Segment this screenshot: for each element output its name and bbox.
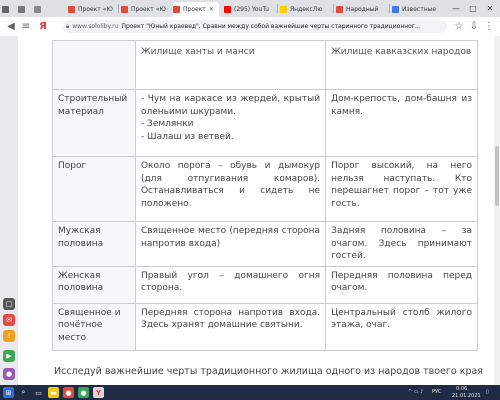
minimize-button[interactable]: — [448, 0, 464, 17]
table-cell: Правый угол – домашнего огня сторона. [134, 265, 327, 304]
downloads-icon[interactable]: ⇩ [467, 19, 481, 33]
browser-tab[interactable]: Проект «Ю [68, 2, 116, 17]
table-header-row: Жилище ханты и манси Жилище кавказских н… [52, 40, 478, 90]
table-cell: Центральный столб жилого этажа, очаг. [325, 302, 478, 351]
comparison-table: Жилище ханты и манси Жилище кавказских н… [52, 40, 478, 351]
start-icon[interactable]: ⊞ [3, 387, 14, 398]
table-row: Женская половина Правый угол – домашнего… [52, 265, 478, 304]
language-indicator[interactable]: РУС [432, 389, 442, 395]
table-cell: Священное место (передняя сторона напрот… [134, 221, 327, 267]
site-favicon-icon [68, 6, 75, 13]
app-icon[interactable]: ● [78, 387, 89, 398]
pinned-tab[interactable] [34, 2, 48, 17]
tray-icons[interactable]: ^ ▭ ♪ [408, 389, 423, 395]
yandex-browser-icon[interactable]: Y [93, 387, 104, 398]
sidebar-mail-icon[interactable]: ✉ [3, 314, 15, 326]
table-cell: Порог высокий, на него нельзя наступать.… [325, 156, 478, 222]
task-instruction-text: Исследуй важнейшие черты традиционного ж… [54, 366, 484, 377]
sidebar-alice-icon[interactable]: ● [3, 368, 15, 380]
vertical-scrollbar[interactable] [494, 36, 500, 385]
header-cell-empty [52, 40, 136, 90]
browser-tab[interactable]: Известные [392, 2, 440, 17]
browser-tab-active[interactable]: Проект ✕ [173, 2, 219, 17]
back-icon[interactable]: ◀ [4, 19, 18, 33]
row-label: Мужская половина [52, 221, 136, 267]
table-row: Порог Около порога – обувь и дымокур (дл… [52, 156, 478, 222]
lock-icon: 🔒︎ [66, 22, 70, 30]
table-row: Священное и почётное место Передняя стор… [52, 302, 478, 351]
site-favicon-icon [173, 6, 180, 13]
clock-time[interactable]: 0:06 [456, 386, 467, 392]
header-cell-caucasus: Жилище кавказских народов [325, 40, 478, 90]
header-cell-khanty: Жилище ханты и манси [134, 40, 327, 90]
search-icon[interactable]: ⌕ [18, 387, 29, 398]
os-taskbar: ⊞ ⌕ ▭ ▬ ● ● Y ^ ▭ ♪ РУС 0:06 21.01.2021 … [0, 385, 500, 400]
tab-list-icon[interactable] [2, 2, 16, 17]
sidebar-play-icon[interactable]: ▶ [3, 350, 15, 362]
site-favicon-icon [392, 6, 399, 13]
table-row: Мужская половина Священное место (передн… [52, 221, 478, 267]
notifications-icon[interactable]: ▯ [486, 389, 489, 395]
page-icon [18, 6, 25, 13]
page-icon [34, 6, 41, 13]
page-title: Проект "Юный краевед". Сравни между собо… [121, 23, 421, 30]
clock-date[interactable]: 21.01.2021 [452, 393, 481, 399]
row-label: Порог [52, 156, 136, 222]
pinned-tab[interactable] [18, 2, 32, 17]
file-explorer-icon[interactable]: ▬ [48, 387, 59, 398]
sidebar-alert-icon[interactable]: ! [3, 330, 15, 342]
close-window-button[interactable]: ✕ [482, 0, 498, 17]
site-favicon-icon [336, 6, 343, 13]
close-tab-icon[interactable]: ✕ [209, 6, 214, 13]
yandex-icon [280, 6, 287, 13]
browser-tab[interactable]: ЯндексЛю [280, 2, 330, 17]
scrollbar-thumb[interactable] [495, 146, 499, 206]
extensions-icon[interactable]: ⋮ [482, 19, 496, 33]
url-domain: www.sololiby.ru [72, 23, 119, 30]
table-cell: Задняя половина – за очагом. Здесь прини… [325, 221, 478, 267]
menu-icon[interactable]: ≡ [19, 19, 33, 33]
sidebar-square-icon[interactable]: □ [3, 298, 15, 310]
table-cell: Около порога – обувь и дымокур (для отпу… [134, 156, 327, 222]
table-row: Строительный материал - Чум на каркасе и… [52, 89, 478, 157]
yandex-logo-icon[interactable]: Я [36, 19, 50, 33]
menu-icon [2, 6, 9, 13]
youtube-icon [224, 6, 231, 13]
maximize-button[interactable]: □ [465, 0, 481, 17]
site-favicon-icon [121, 6, 128, 13]
row-label: Священное и почётное место [52, 302, 136, 351]
row-label: Строительный материал [52, 89, 136, 157]
table-cell: Передняя половина перед очагом. [325, 265, 478, 304]
browser-tab-strip: Проект «Ю Проект «Ю Проект ✕ (295) YouTu … [0, 0, 500, 18]
address-bar-row: ◀ ≡ Я 🔒︎ www.sololiby.ru Проект "Юный кр… [0, 17, 500, 37]
bookmark-icon[interactable]: ☆ [452, 19, 466, 33]
browser-tab[interactable]: (295) YouTu [224, 2, 274, 17]
browser-sidebar: □ ✉ ! ▶ ● [0, 36, 19, 385]
table-cell: - Чум на каркасе из жердей, крытый олень… [134, 89, 327, 157]
browser-tab[interactable]: Проект «Ю [121, 2, 171, 17]
page-content: Жилище ханты и манси Жилище кавказских н… [18, 36, 494, 385]
table-cell: Передняя сторона напротив входа. Здесь х… [134, 302, 327, 351]
browser-tab[interactable]: Народный [336, 2, 386, 17]
row-label: Женская половина [52, 265, 136, 304]
app-icon[interactable]: ● [63, 387, 74, 398]
url-input[interactable]: 🔒︎ www.sololiby.ru Проект "Юный краевед"… [62, 20, 447, 33]
task-view-icon[interactable]: ▭ [33, 387, 44, 398]
table-cell: Дом-крепость, дом-башня из камня. [325, 89, 478, 157]
